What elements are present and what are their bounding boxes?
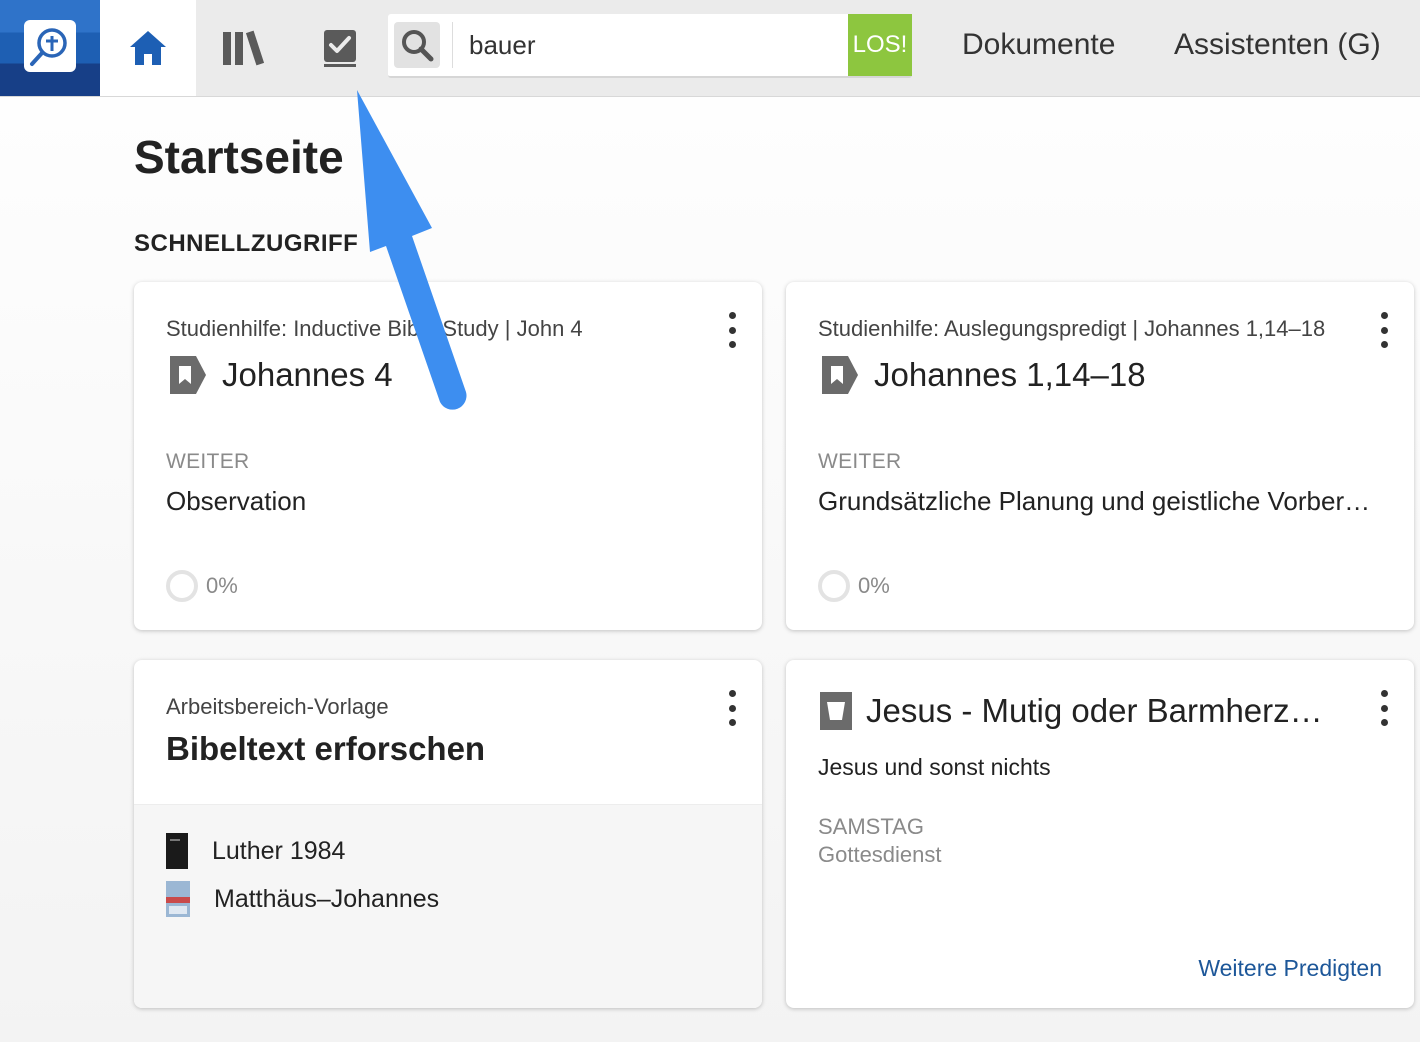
card-menu-button[interactable] [722,312,742,348]
guide-icon [822,356,858,394]
search-icon[interactable] [394,22,440,68]
card-heading: Johannes 4 [166,354,393,396]
card-title: Jesus - Mutig oder Barmherz… [866,692,1323,729]
quick-access-card-1[interactable]: Studienhilfe: Inductive Bible Study | Jo… [134,282,762,630]
library-button[interactable] [196,0,292,96]
top-toolbar: LOS! Dokumente Assistenten (G) [0,0,1420,97]
checklist-icon [324,30,356,67]
book-cover-icon [166,833,188,869]
progress-value: 0% [858,573,890,598]
logos-logo-icon [24,20,76,72]
book-cover-icon [166,881,190,917]
continue-value[interactable]: Observation [166,486,306,517]
card-title: Bibeltext erforschen [166,730,486,767]
continue-value[interactable]: Grundsätzliche Planung und geistliche Vo… [818,486,1370,517]
card-subtitle: Studienhilfe: Auslegungspredigt | Johann… [818,316,1326,341]
card-subtitle: Studienhilfe: Inductive Bible Study | Jo… [166,316,583,341]
card-heading: Johannes 1,14–18 [818,354,1146,396]
card-title: Johannes 4 [222,356,393,393]
documents-menu[interactable]: Dokumente [962,28,1115,62]
progress-ring-icon [166,570,198,602]
resource-label: Matthäus–Johannes [214,884,440,913]
guide-icon [170,356,206,394]
go-button[interactable]: LOS! [848,14,912,76]
home-icon [100,0,196,96]
quick-access-card-4[interactable]: Jesus - Mutig oder Barmherz… Jesus und s… [786,660,1414,1008]
card-menu-button[interactable] [722,690,742,726]
progress-indicator: 0% [166,570,238,602]
more-sermons-link[interactable]: Weitere Predigten [1198,955,1382,982]
sermon-icon [820,692,852,730]
continue-label: WEITER [818,450,902,473]
resource-label: Luther 1984 [212,836,346,865]
card-subtitle: Jesus und sonst nichts [818,754,1051,780]
section-title: SCHNELLZUGRIFF [134,230,359,257]
library-icon [223,30,265,66]
event-day: SAMSTAG [818,814,924,839]
progress-ring-icon [818,570,850,602]
card-heading: Jesus - Mutig oder Barmherz… [818,690,1323,732]
resource-item[interactable]: Luther 1984 [166,833,345,869]
quick-access-card-2[interactable]: Studienhilfe: Auslegungspredigt | Johann… [786,282,1414,630]
card-title: Johannes 1,14–18 [874,356,1146,393]
resource-item[interactable]: Matthäus–Johannes [166,881,439,917]
card-menu-button[interactable] [1374,690,1394,726]
home-button[interactable] [100,0,196,96]
quick-access-card-3[interactable]: Arbeitsbereich-Vorlage Bibeltext erforsc… [134,660,762,1008]
checklist-button[interactable] [292,0,388,96]
search-box: LOS! [388,14,912,78]
assistants-menu[interactable]: Assistenten (G) [1174,28,1381,62]
event-name: Gottesdienst [818,842,942,867]
card-subtitle: Arbeitsbereich-Vorlage [166,694,389,719]
logos-logo-button[interactable] [0,0,100,96]
workspace-resources: Luther 1984 Matthäus–Johannes [134,804,762,1008]
search-input[interactable] [452,22,849,68]
card-menu-button[interactable] [1374,312,1394,348]
continue-label: WEITER [166,450,250,473]
progress-value: 0% [206,573,238,598]
page-title: Startseite [134,131,344,183]
progress-indicator: 0% [818,570,890,602]
